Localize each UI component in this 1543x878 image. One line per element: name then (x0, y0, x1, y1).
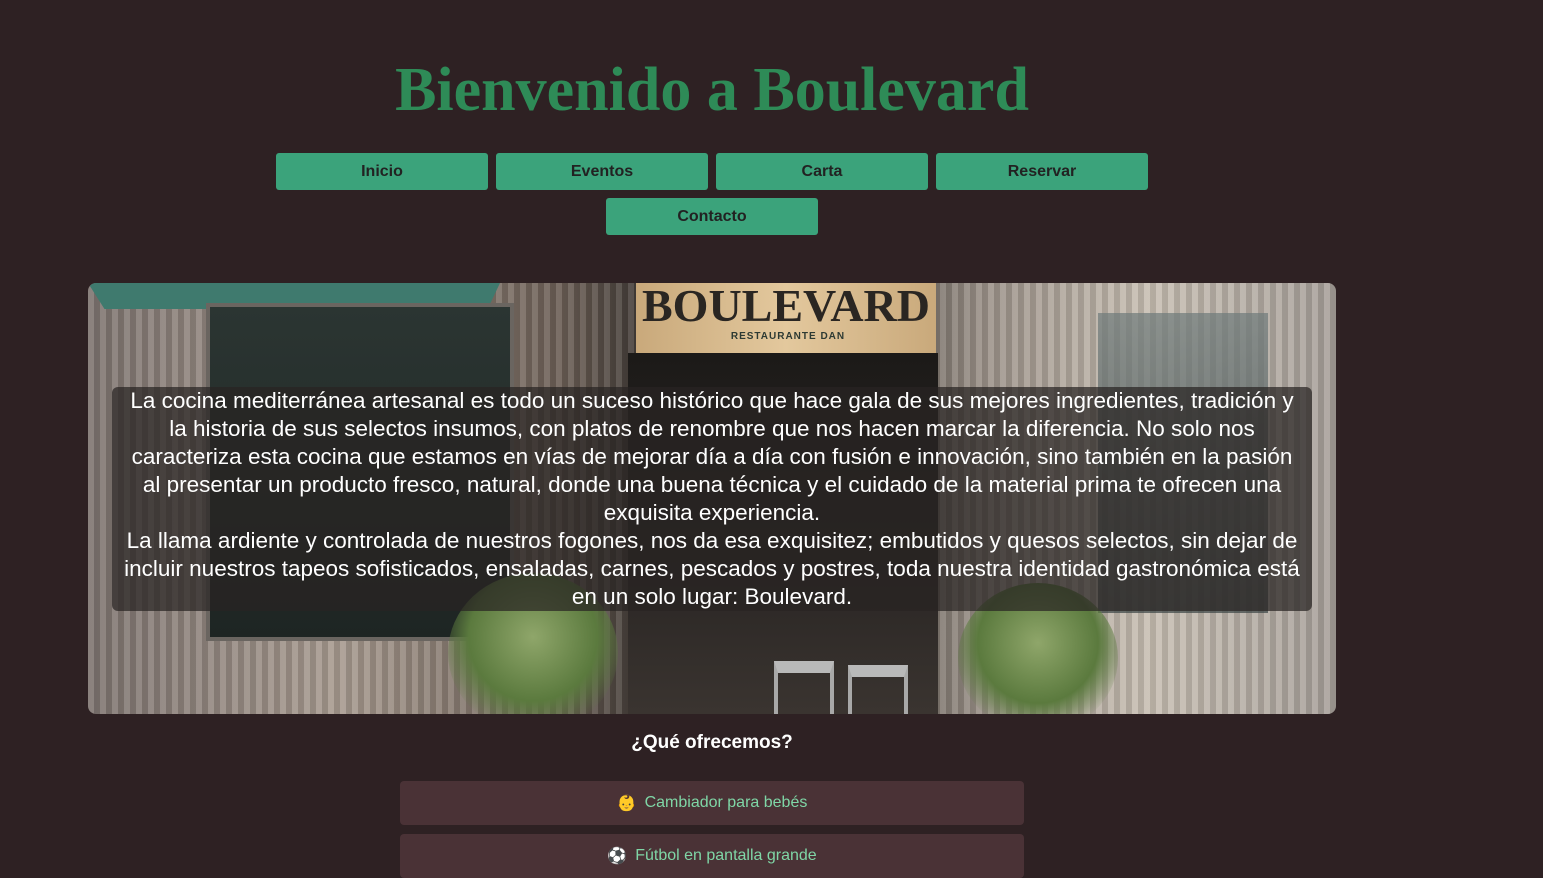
nav-button-carta[interactable]: Carta (716, 153, 928, 190)
hero-paragraph-2: La llama ardiente y controlada de nuestr… (124, 528, 1300, 609)
baby-icon: 👶 (616, 795, 637, 812)
offer-label: Cambiador para bebés (644, 794, 808, 811)
restaurant-sign: BOULEVARD (636, 283, 936, 353)
nav-button-reservar[interactable]: Reservar (936, 153, 1148, 190)
hero-description: La cocina mediterránea artesanal es todo… (112, 387, 1312, 611)
page-title: Bienvenido a Boulevard (395, 56, 1029, 124)
hero-banner: BOULEVARD RESTAURANTE DAN La cocina medi… (88, 283, 1336, 714)
stool-right (848, 665, 908, 714)
nav-button-eventos[interactable]: Eventos (496, 153, 708, 190)
offer-item-baby-changer: 👶 Cambiador para bebés (400, 781, 1024, 825)
offers-heading: ¿Qué ofrecemos? (631, 732, 793, 753)
offer-label: Fútbol en pantalla grande (635, 847, 817, 864)
hero-paragraph-1: La cocina mediterránea artesanal es todo… (130, 388, 1294, 525)
restaurant-sign-subtext: RESTAURANTE DAN (730, 331, 846, 342)
offer-item-football: ⚽ Fútbol en pantalla grande (400, 834, 1024, 878)
stool-left (774, 661, 834, 714)
nav-button-inicio[interactable]: Inicio (276, 153, 488, 190)
nav-button-contacto[interactable]: Contacto (606, 198, 818, 235)
soccer-ball-icon: ⚽ (607, 848, 628, 865)
